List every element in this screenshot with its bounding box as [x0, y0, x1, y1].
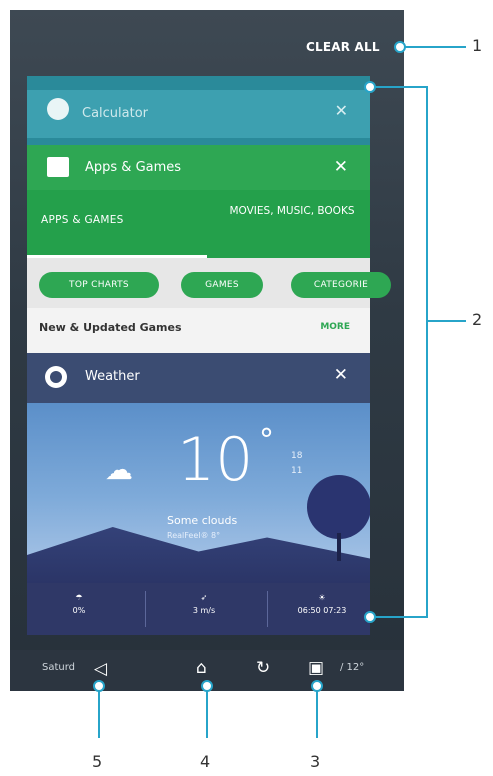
chip-games[interactable]: GAMES — [181, 272, 263, 298]
umbrella-icon: ☂ — [75, 593, 83, 602]
cloud-sun-icon: ☁ — [105, 453, 133, 486]
low-temp: 11 — [291, 466, 303, 476]
section-title: New & Updated Games — [39, 321, 182, 334]
home-icon[interactable]: ⌂ — [196, 658, 207, 678]
callout-number-1: 1 — [472, 36, 483, 55]
callout-number-4: 4 — [200, 752, 211, 771]
callout-line-2-top — [372, 86, 427, 88]
tab-apps-games[interactable]: APPS & GAMES — [41, 214, 196, 226]
callout-line-2-vertical — [426, 86, 428, 618]
tree-trunk — [337, 533, 341, 561]
wind-value: 3 m/s — [192, 606, 216, 615]
apps-games-card[interactable]: Apps & Games ✕ APPS & GAMES MOVIES, MUSI… — [27, 145, 391, 360]
tree-illustration — [307, 475, 370, 539]
wind-stat: ➶ 3 m/s — [169, 591, 239, 617]
sunrise-icon: ☀ — [318, 593, 326, 602]
callout-dot-5 — [93, 680, 105, 692]
callout-line-2-leader — [428, 320, 466, 322]
callout-number-3: 3 — [310, 752, 321, 771]
callout-line-5 — [98, 686, 100, 738]
apps-tabs: APPS & GAMES MOVIES, MUSIC, BOOKS — [27, 190, 370, 258]
callout-line-3 — [316, 686, 318, 738]
precip-value: 0% — [72, 606, 86, 615]
back-icon[interactable]: ◁ — [94, 659, 107, 679]
shopping-bag-icon — [47, 157, 69, 177]
precip-stat: ☂ 0% — [49, 591, 109, 617]
phone-screen: CLEAR ALL Calculator ✕ Apps & Games ✕ AP… — [10, 10, 404, 691]
nav-left-text: Saturd — [42, 662, 76, 673]
nav-right-text: / 12° — [340, 662, 365, 673]
callout-dot-2-top — [364, 81, 376, 93]
tab-movies-music-books[interactable]: MOVIES, MUSIC, BOOKS — [217, 204, 367, 218]
weather-card-header — [27, 353, 370, 403]
calculator-card-title: Calculator — [82, 106, 149, 121]
calculator-card-header — [27, 90, 370, 138]
wind-icon: ➶ — [200, 593, 208, 602]
weather-stats: ☂ 0% ➶ 3 m/s ☀ 06:50 07:23 — [27, 583, 370, 635]
callout-number-2: 2 — [472, 310, 483, 329]
weather-card[interactable]: Weather ✕ ☁ 10 ° 18 11 Some clouds RealF… — [27, 353, 370, 635]
callout-dot-3 — [311, 680, 323, 692]
divider — [145, 591, 146, 627]
apps-games-card-title: Apps & Games — [85, 160, 182, 175]
calculator-icon — [47, 98, 69, 120]
degree-symbol: ° — [259, 423, 274, 458]
callout-line-1 — [402, 46, 466, 48]
close-icon[interactable]: ✕ — [334, 365, 348, 385]
weather-condition: Some clouds — [167, 514, 238, 527]
close-icon[interactable]: ✕ — [335, 101, 348, 120]
close-icon[interactable]: ✕ — [334, 157, 348, 177]
sun-times: 06:50 07:23 — [297, 606, 347, 615]
recent-apps-icon[interactable]: ▣ — [308, 658, 324, 678]
chips-row: TOP CHARTS GAMES CATEGORIE — [27, 258, 391, 308]
callout-dot-2-bottom — [364, 611, 376, 623]
clear-all-button[interactable]: CLEAR ALL — [306, 40, 380, 54]
feels-like: RealFeel® 8° — [167, 531, 221, 540]
callout-number-5: 5 — [92, 752, 103, 771]
weather-app-icon — [45, 366, 67, 388]
high-temp: 18 — [291, 451, 303, 461]
callout-line-2-bottom — [372, 616, 427, 618]
divider — [267, 591, 268, 627]
temperature: 10 — [177, 425, 254, 495]
refresh-icon[interactable]: ↻ — [256, 658, 270, 678]
callout-line-4 — [206, 686, 208, 738]
callout-dot-1 — [394, 41, 406, 53]
weather-card-title: Weather — [85, 369, 140, 384]
callout-dot-4 — [201, 680, 213, 692]
sun-stat: ☀ 06:50 07:23 — [277, 591, 367, 617]
apps-games-card-header — [27, 145, 370, 190]
more-link[interactable]: MORE — [320, 322, 350, 332]
chip-categories[interactable]: CATEGORIE — [291, 272, 391, 298]
chip-top-charts[interactable]: TOP CHARTS — [39, 272, 159, 298]
